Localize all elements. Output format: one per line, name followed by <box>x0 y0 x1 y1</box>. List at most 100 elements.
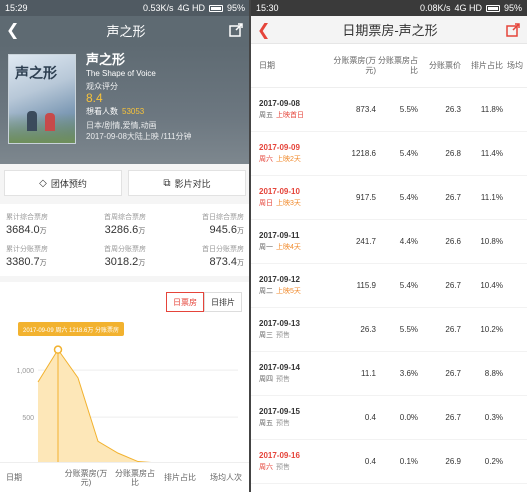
back-arrow-icon[interactable]: ❮ <box>257 20 275 40</box>
row-sub: 周日 上映3天 <box>259 198 329 208</box>
row-tag: 上映2天 <box>276 156 301 163</box>
stat-label: 首日分账票房 <box>201 246 244 253</box>
group-booking-button[interactable]: ◇ 团体预约 <box>4 170 122 196</box>
stat-label: 首周综合票房 <box>103 214 146 221</box>
row-weekday: 周二 <box>259 288 273 295</box>
share-cell: 0.1% <box>399 457 418 466</box>
box-office-cell: 241.7 <box>355 237 376 246</box>
poster-figure <box>27 111 37 131</box>
compare-icon: ⧉ <box>163 177 171 189</box>
table-row[interactable]: 2017-09-09 周六 上映2天 1218.6 5.4% 26.8 11.4% <box>251 132 527 176</box>
poster-title: 声之形 <box>15 65 57 81</box>
row-weekday: 周五 <box>259 112 273 119</box>
row-tag: 上映首日 <box>276 112 304 119</box>
share-icon[interactable] <box>228 22 244 38</box>
stat-value: 3684.0 <box>6 224 40 236</box>
table-body: 2017-09-08 周五 上映首日 873.4 5.5% 26.3 11.8% 2017-0… <box>251 88 527 484</box>
compare-button[interactable]: ⧉ 影片对比 <box>128 170 246 196</box>
header-box: 分账票房(万元) <box>64 468 108 487</box>
movie-poster[interactable]: 声之形 <box>8 54 76 144</box>
screen-share-cell: 0.2% <box>484 457 503 466</box>
stat-cell: 累计分账票房 3380.7万 <box>0 240 83 272</box>
box-office-cell: 0.4 <box>364 413 376 422</box>
network-speed: 0.08K/s <box>419 3 451 13</box>
want-to-see: 想看人数 53053 <box>86 106 192 117</box>
movie-title: 声之形 <box>86 52 126 67</box>
price-cell: 26.7 <box>445 369 461 378</box>
daily-box-office-tab[interactable]: 日票房 <box>166 292 204 312</box>
row-date: 2017-09-08 <box>259 99 300 108</box>
right-screen: 15:30 0.08K/s 4G HD 95% ❮ 日期票房-声之形 日期 分账… <box>251 0 527 492</box>
battery-icon <box>208 4 223 12</box>
date-cell: 2017-09-09 周六 上映2天 <box>251 143 329 164</box>
row-weekday: 周四 <box>259 376 273 383</box>
stat-unit: 万 <box>138 228 146 235</box>
date-cell: 2017-09-08 周五 上映首日 <box>251 99 329 120</box>
table-row[interactable]: 2017-09-13 周三 预售 26.3 5.5% 26.7 10.2% <box>251 308 527 352</box>
stats-row: 累计分账票房 3380.7万 首周分账票房 3018.2万 首日分账票房 873… <box>0 240 250 272</box>
stat-unit: 万 <box>39 228 47 235</box>
row-tag: 上映3天 <box>276 200 301 207</box>
date-cell: 2017-09-13 周三 预售 <box>251 319 329 340</box>
price-cell: 26.7 <box>445 281 461 290</box>
status-bar: 15:29 0.53K/s 4G HD 95% <box>0 0 250 16</box>
row-weekday: 周五 <box>259 420 273 427</box>
stat-cell: 首周分账票房 3018.2万 <box>83 240 166 272</box>
price-cell: 26.7 <box>445 413 461 422</box>
nav-bar: ❮ 日期票房-声之形 <box>251 16 527 44</box>
table-row[interactable]: 2017-09-08 周五 上映首日 873.4 5.5% 26.3 11.8% <box>251 88 527 132</box>
daily-screens-tab[interactable]: 日排片 <box>204 292 242 312</box>
row-date: 2017-09-11 <box>259 231 300 240</box>
stat-cell: 累计综合票房 3684.0万 <box>0 208 83 240</box>
battery-level: 95% <box>226 3 245 13</box>
row-date: 2017-09-09 <box>259 143 300 152</box>
box-office-cell: 0.4 <box>364 457 376 466</box>
table-row[interactable]: 2017-09-10 周日 上映3天 917.5 5.4% 26.7 11.1% <box>251 176 527 220</box>
column-price: 分账票价 <box>429 60 461 70</box>
left-table-header: 日期 分账票房(万元) 分账票房占比 排片占比 场均人次 <box>0 462 250 492</box>
date-cell: 2017-09-14 周四 预售 <box>251 363 329 384</box>
box-office-cell: 11.1 <box>361 369 376 378</box>
want-count: 53053 <box>122 107 145 116</box>
movie-genres: 日本/剧情,爱情,动画 <box>86 121 157 130</box>
price-cell: 26.7 <box>445 325 461 334</box>
row-sub: 周六 预售 <box>259 462 329 472</box>
page-title: 日期票房-声之形 <box>342 23 438 38</box>
date-cell: 2017-09-16 周六 预售 <box>251 451 329 472</box>
header-date: 日期 <box>6 473 22 482</box>
row-sub: 周五 上映首日 <box>259 110 329 120</box>
share-icon[interactable] <box>505 22 521 38</box>
box-office-cell: 1218.6 <box>351 149 376 158</box>
column-screen-share: 排片占比 <box>471 60 503 70</box>
stat-unit: 万 <box>39 260 47 267</box>
stats-row: 累计综合票房 3684.0万 首周综合票房 3286.6万 首日综合票房 945… <box>0 208 250 240</box>
stat-cell: 首日综合票房 945.6万 <box>167 208 250 240</box>
row-date: 2017-09-14 <box>259 363 300 372</box>
action-buttons: ◇ 团体预约 ⧉ 影片对比 <box>0 164 250 202</box>
y-tick-label: 1,000 <box>16 368 34 375</box>
table-row[interactable]: 2017-09-15 周五 预售 0.4 0.0% 26.7 0.3% <box>251 396 527 440</box>
table-row[interactable]: 2017-09-14 周四 预售 11.1 3.6% 26.7 8.8% <box>251 352 527 396</box>
table-row[interactable]: 2017-09-11 周一 上映4天 241.7 4.4% 26.6 10.8% <box>251 220 527 264</box>
network-speed: 0.53K/s <box>142 3 174 13</box>
movie-english-title: The Shape of Voice <box>86 69 156 78</box>
table-row[interactable]: 2017-09-12 周二 上映5天 115.9 5.4% 26.7 10.4% <box>251 264 527 308</box>
row-weekday: 周一 <box>259 244 273 251</box>
column-box-office: 分账票房(万元) <box>333 55 376 75</box>
stat-unit: 万 <box>236 260 244 267</box>
date-cell: 2017-09-11 周一 上映4天 <box>251 231 329 252</box>
stat-value: 3286.6 <box>104 224 139 236</box>
movie-release: 2017-09-08大陆上映 /111分钟 <box>86 132 192 141</box>
row-date: 2017-09-13 <box>259 319 300 328</box>
rating-label: 观众评分 <box>86 82 118 91</box>
screen-share-cell: 10.2% <box>480 325 503 334</box>
poster-figure <box>45 113 55 131</box>
status-time: 15:30 <box>256 3 279 13</box>
row-weekday: 周日 <box>259 200 273 207</box>
back-arrow-icon[interactable]: ❮ <box>6 20 24 40</box>
price-cell: 26.7 <box>445 193 461 202</box>
row-tag: 预售 <box>276 464 290 471</box>
table-row[interactable]: 2017-09-16 周六 预售 0.4 0.1% 26.9 0.2% <box>251 440 527 484</box>
stat-label: 首日综合票房 <box>201 214 244 221</box>
date-cell: 2017-09-10 周日 上映3天 <box>251 187 329 208</box>
